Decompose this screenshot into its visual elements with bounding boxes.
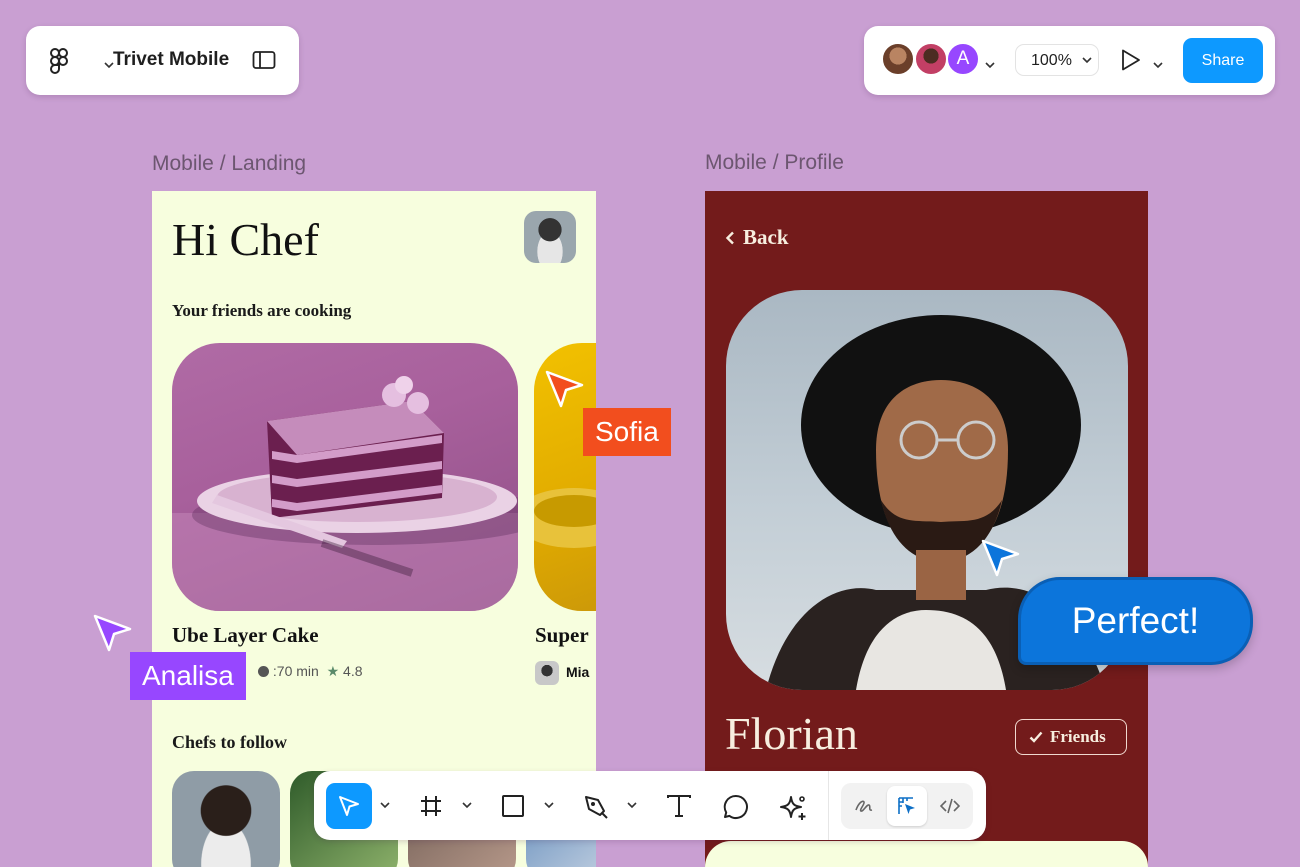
text-tool-button[interactable] bbox=[655, 783, 701, 829]
recipe-image-cake[interactable] bbox=[172, 343, 518, 611]
clock-icon bbox=[258, 666, 269, 677]
recipe-title[interactable]: Super bbox=[535, 623, 589, 648]
frame-label-landing[interactable]: Mobile / Landing bbox=[152, 152, 306, 176]
chevron-down-icon[interactable] bbox=[1153, 56, 1163, 74]
chevron-down-icon[interactable] bbox=[544, 802, 554, 809]
recipe-rating: 4.8 bbox=[343, 663, 363, 679]
cursor-name-sofia: Sofia bbox=[583, 408, 671, 456]
section-title: Your friends are cooking bbox=[172, 301, 352, 320]
greeting-heading: Hi Chef bbox=[172, 214, 319, 265]
frame-label-profile[interactable]: Mobile / Profile bbox=[705, 151, 844, 175]
frame-icon bbox=[421, 796, 441, 816]
share-button[interactable]: Share bbox=[1183, 38, 1263, 83]
friends-badge[interactable]: Friends bbox=[1015, 719, 1127, 755]
chevron-down-icon[interactable] bbox=[380, 802, 390, 809]
star-icon: ★ bbox=[326, 663, 340, 679]
back-button[interactable]: Back bbox=[725, 225, 789, 250]
zoom-select[interactable]: 100% bbox=[1015, 44, 1099, 76]
sidebar-toggle-icon[interactable] bbox=[252, 50, 276, 75]
recipe-title[interactable]: Ube Layer Cake bbox=[172, 623, 319, 648]
mode-switcher bbox=[841, 783, 973, 829]
sparkle-icon bbox=[780, 796, 806, 820]
code-icon bbox=[940, 798, 960, 814]
comment-icon bbox=[723, 794, 748, 819]
chef-avatar[interactable] bbox=[172, 771, 280, 867]
collaborator-avatar[interactable]: A bbox=[946, 42, 980, 76]
draw-icon bbox=[855, 800, 873, 812]
avatar bbox=[535, 661, 559, 685]
cursor-analisa-icon bbox=[93, 614, 132, 652]
design-mode-button[interactable] bbox=[887, 786, 927, 826]
text-icon bbox=[667, 795, 691, 817]
profile-card[interactable] bbox=[705, 841, 1148, 867]
cursor-sofia-icon bbox=[545, 370, 584, 408]
recipe-meta: :70 min ★ 4.8 bbox=[258, 663, 363, 680]
actions-tool-button[interactable] bbox=[769, 783, 815, 829]
pen-tool-button[interactable] bbox=[572, 783, 618, 829]
chevron-down-icon[interactable] bbox=[627, 802, 637, 809]
frame-tool-button[interactable] bbox=[408, 783, 454, 829]
chevron-left-icon bbox=[725, 231, 734, 245]
tools-toolbar bbox=[314, 771, 986, 840]
author-name: Mia bbox=[566, 664, 590, 680]
collaborator-avatar[interactable] bbox=[881, 42, 915, 76]
toolbar-divider bbox=[828, 771, 829, 840]
landing-frame[interactable]: Hi Chef Your friends are cooking Ube Lay… bbox=[152, 191, 596, 867]
collaborator-avatar[interactable] bbox=[914, 42, 948, 76]
collab-toolbar: A 100% Share bbox=[864, 26, 1275, 95]
comment-bubble[interactable]: Perfect! bbox=[1018, 577, 1253, 665]
recipe-time: :70 min bbox=[272, 663, 319, 679]
file-toolbar: Trivet Mobile bbox=[26, 26, 299, 95]
pen-icon bbox=[585, 796, 608, 819]
dev-mode-button[interactable] bbox=[930, 786, 970, 826]
rectangle-tool-button[interactable] bbox=[490, 783, 536, 829]
chevron-down-icon[interactable] bbox=[462, 802, 472, 809]
present-play-icon[interactable] bbox=[1120, 48, 1142, 77]
design-icon bbox=[898, 797, 915, 814]
profile-name: Florian bbox=[725, 708, 858, 759]
cursor-arrow-icon bbox=[339, 796, 359, 816]
back-label: Back bbox=[743, 225, 789, 249]
rectangle-icon bbox=[502, 795, 524, 817]
profile-frame[interactable]: Back Florian Friends bbox=[705, 191, 1148, 867]
chevron-down-icon bbox=[1082, 57, 1092, 64]
move-tool-button[interactable] bbox=[326, 783, 372, 829]
check-icon bbox=[1029, 731, 1043, 743]
comment-tool-button[interactable] bbox=[712, 783, 758, 829]
zoom-value: 100% bbox=[1031, 52, 1072, 69]
chevron-down-icon[interactable] bbox=[985, 56, 995, 74]
cursor-name-analisa: Analisa bbox=[130, 652, 246, 700]
draw-mode-button[interactable] bbox=[844, 786, 884, 826]
avatar[interactable] bbox=[524, 211, 576, 263]
cursor-comment-icon bbox=[981, 539, 1020, 577]
file-name[interactable]: Trivet Mobile bbox=[113, 49, 229, 71]
section-title: Chefs to follow bbox=[172, 732, 287, 752]
figma-logo-icon[interactable] bbox=[49, 48, 68, 79]
friends-label: Friends bbox=[1050, 727, 1106, 746]
